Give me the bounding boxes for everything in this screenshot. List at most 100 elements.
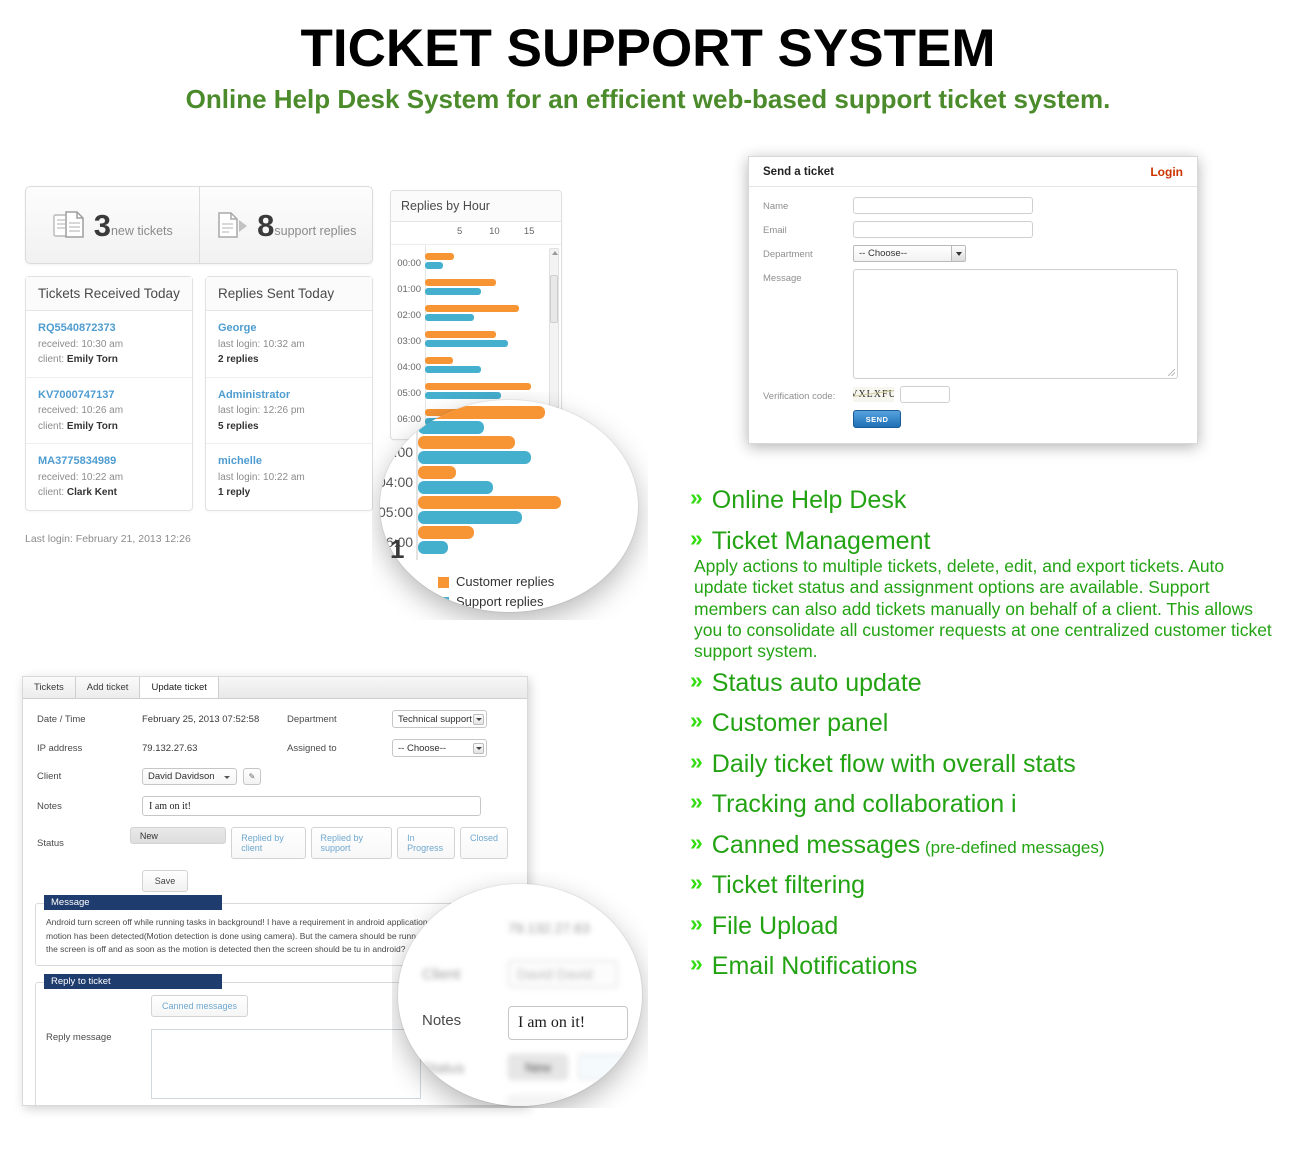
send-ticket-form: Send a ticket Login Name Email Departmen… [748, 156, 1198, 444]
reply-user[interactable]: George [218, 320, 360, 337]
chart-bar [425, 383, 531, 390]
chart-bar [425, 392, 502, 399]
stats-summary-bar: 3 new tickets 8 support replies [25, 186, 373, 264]
status-button[interactable]: New [129, 827, 227, 844]
feature-item: » Online Help Desk [690, 486, 1290, 516]
y-tick-label: 00:00 [397, 258, 421, 269]
legend-entry: Customer replies [435, 421, 510, 434]
status-button[interactable]: Replied by support [310, 827, 393, 859]
message-legend: Message [44, 895, 222, 910]
ticket-received: received: 10:26 am [38, 405, 124, 416]
canned-messages-button[interactable]: Canned messages [151, 994, 249, 1017]
reply-message-textarea[interactable] [151, 1028, 421, 1099]
chart-bar [425, 340, 509, 347]
feature-list: » Online Help Desk » Ticket Management Apply… [690, 486, 1290, 993]
feature-label: Customer panel [711, 709, 889, 738]
reply-user[interactable]: michelle [218, 453, 360, 470]
double-chevron-right-icon: » [690, 747, 703, 774]
feature-item: » Canned messages (pre-defined messages) [690, 828, 1290, 861]
login-link[interactable]: Login [1150, 165, 1183, 179]
datetime-value: February 25, 2013 07:52:58 [142, 713, 260, 725]
chart-bar [425, 305, 519, 312]
department-label: Department [287, 713, 337, 725]
stat-label: new tickets [110, 223, 173, 238]
reply-list-item[interactable]: michelle last login: 10:22 am 1 reply [206, 444, 372, 510]
department-value: -- Choose-- [859, 248, 908, 259]
tab-update-ticket[interactable]: Update ticket [140, 677, 219, 698]
double-chevron-right-icon: » [690, 666, 703, 693]
ticket-list-item[interactable]: KV7000747137 received: 10:26 am client: … [26, 378, 192, 444]
form-title: Send a ticket [763, 166, 834, 178]
notes-input[interactable]: I am on it! [142, 796, 481, 816]
save-button[interactable]: Save [142, 870, 188, 892]
assigned-to-value: -- Choose-- [398, 742, 447, 754]
status-button[interactable]: Closed [459, 827, 508, 859]
ticket-id[interactable]: RQ5540872373 [38, 320, 180, 337]
client-select[interactable]: David Davidson [142, 768, 237, 785]
ticket-id[interactable]: MA3775834989 [38, 453, 180, 470]
assigned-to-select[interactable]: -- Choose-- [392, 739, 487, 757]
email-field[interactable] [853, 221, 1033, 238]
chart-title: Replies by Hour [391, 191, 561, 222]
name-field[interactable] [853, 197, 1033, 214]
chevron-down-icon[interactable] [951, 246, 965, 261]
feature-label: Tracking and collaboration i [711, 790, 1017, 819]
verification-row: Verification code: VXLXFU [763, 386, 1183, 403]
ticket-id[interactable]: KV7000747137 [38, 387, 180, 404]
double-chevron-right-icon: » [690, 828, 703, 855]
feature-item: » Customer panel [690, 709, 1290, 739]
tab-add-ticket[interactable]: Add ticket [75, 677, 141, 698]
reply-user[interactable]: Administrator [218, 387, 360, 404]
magnified-status-other-button [578, 1054, 638, 1080]
department-select[interactable]: Technical support [392, 710, 487, 728]
ticket-list-item[interactable]: MA3775834989 received: 10:22 am client: … [26, 444, 192, 510]
chart-scrollbar[interactable] [549, 248, 559, 408]
chevron-down-icon[interactable] [473, 743, 484, 754]
datetime-label: Date / Time [37, 713, 86, 725]
y-tick-label: 03:00 [397, 336, 421, 347]
pencil-icon[interactable]: ✎ [243, 768, 261, 785]
send-row: SEND [763, 410, 1183, 428]
ip-row: IP address 79.132.27.63 Assigned to -- C… [37, 739, 513, 757]
reply-list-item[interactable]: Administrator last login: 12:26 pm 5 rep… [206, 378, 372, 444]
chart-bar [425, 279, 496, 286]
chart-bar [425, 357, 453, 364]
captcha-input[interactable] [900, 386, 950, 403]
feature-label: Online Help Desk [711, 486, 907, 514]
chevron-down-icon[interactable] [473, 714, 484, 725]
legend-swatch [438, 596, 449, 608]
feature-description: Apply actions to multiple tickets, delet… [694, 556, 1272, 662]
page-title: TICKET SUPPORT SYSTEM [300, 19, 996, 78]
name-row: Name [763, 197, 1183, 214]
feature-item: » Daily ticket flow with overall stats [690, 747, 1290, 780]
status-row: Status New Replied by client Replied by su… [37, 827, 513, 859]
save-row: Save [37, 870, 513, 892]
stat-support-replies[interactable]: 8 support replies [198, 187, 373, 263]
client-row: Client David Davidson ✎ [37, 768, 513, 785]
double-chevron-right-icon: » [690, 909, 703, 936]
feature-label: File Upload [711, 911, 839, 940]
y-tick-label: 04:00 [397, 362, 421, 373]
stat-new-tickets[interactable]: 3 new tickets [26, 187, 199, 263]
email-label: Email [763, 225, 787, 236]
chart-bar [425, 253, 455, 260]
scroll-up-arrow-icon[interactable] [552, 251, 558, 255]
notes-row: Notes I am on it! [37, 796, 513, 816]
message-textarea[interactable] [853, 269, 1178, 379]
replies-sent-card: Replies Sent Today George last login: 10… [205, 276, 373, 511]
send-button[interactable]: SEND [853, 410, 901, 428]
assigned-to-label: Assigned to [287, 742, 337, 754]
status-button[interactable]: In Progress [397, 827, 455, 859]
datetime-row: Date / Time February 25, 2013 07:52:58 D… [37, 710, 513, 728]
department-select[interactable]: -- Choose-- [853, 245, 966, 262]
card-header: Tickets Received Today [26, 277, 192, 311]
double-chevron-right-icon: » [690, 950, 703, 977]
chart-bar [425, 366, 481, 373]
verification-label: Verification code: [763, 391, 836, 402]
scrollbar-thumb[interactable] [550, 275, 558, 323]
ticket-list-item[interactable]: RQ5540872373 received: 10:30 am client: … [26, 311, 192, 378]
status-button[interactable]: Replied by client [231, 827, 306, 859]
reply-list-item[interactable]: George last login: 10:32 am 2 replies [206, 311, 372, 378]
tab-tickets[interactable]: Tickets [23, 677, 76, 698]
chart-bar [425, 331, 497, 338]
